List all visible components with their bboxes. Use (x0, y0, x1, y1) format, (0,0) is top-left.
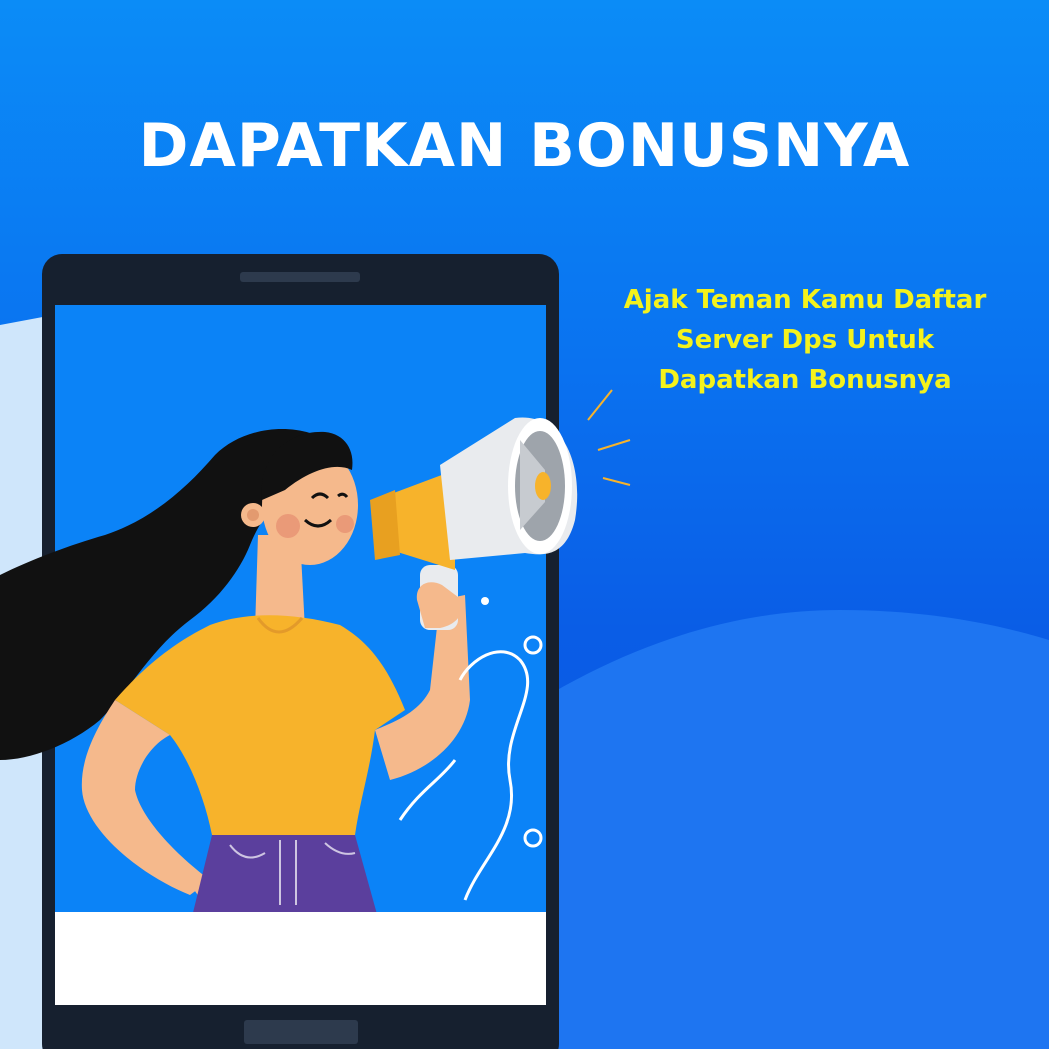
woman-cheek (276, 514, 300, 538)
headline: DAPATKAN BONUSNYA (138, 111, 911, 181)
tagline: Ajak Teman Kamu Daftar Server Dps Untuk … (580, 280, 1030, 400)
background-wave (540, 610, 1049, 1049)
tagline-line-3: Dapatkan Bonusnya (658, 365, 952, 395)
woman-pants (190, 835, 380, 925)
tagline-line-2: Server Dps Untuk (675, 325, 935, 355)
tagline-line-1: Ajak Teman Kamu Daftar (623, 285, 987, 315)
promo-poster: DAPATKAN BONUSNYA Ajak Teman Kamu Daftar… (0, 0, 1049, 1049)
phone-screen-bottom-band (55, 912, 546, 1005)
